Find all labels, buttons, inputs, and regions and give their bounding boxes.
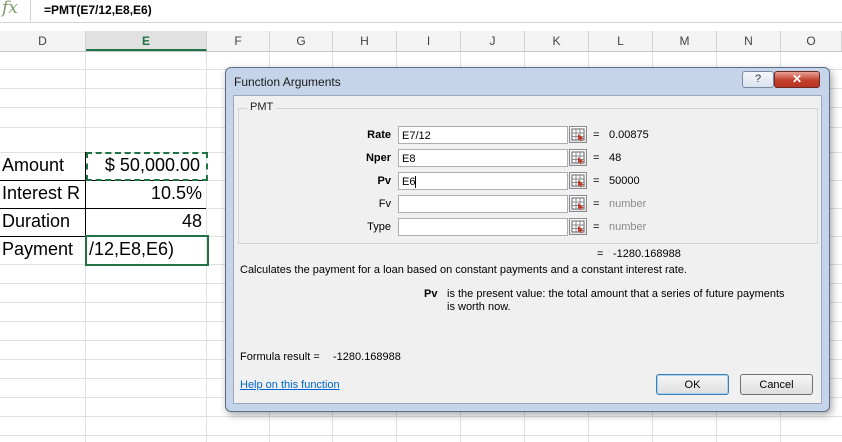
arg-label-pv: Pv (377, 175, 391, 187)
cell-d7[interactable]: Interest R (2, 183, 84, 204)
arg-input-pv[interactable]: E6 (398, 172, 568, 190)
arg-help-line2: is worth now. (447, 301, 511, 313)
cell-d8[interactable]: Duration (2, 211, 84, 232)
column-header-d[interactable]: D (0, 31, 86, 51)
collapse-dialog-icon[interactable] (569, 195, 587, 212)
column-header-n[interactable]: N (717, 31, 781, 51)
arg-input-fv[interactable] (398, 195, 568, 213)
grid-hline (0, 416, 842, 417)
column-header-h[interactable]: H (333, 31, 397, 51)
result-value: -1280.168988 (613, 248, 681, 260)
cell-e6[interactable]: $ 50,000.00 (88, 155, 200, 176)
text-cursor (415, 176, 417, 189)
arg-help-line1: is the present value: the total amount t… (447, 288, 785, 300)
column-header-j[interactable]: J (461, 31, 525, 51)
arg-label-fv: Fv (378, 198, 391, 210)
arg-input-pv-text: E6 (402, 176, 416, 188)
formula-result-value: -1280.168988 (333, 351, 401, 363)
grid-hline (0, 435, 842, 436)
cell-e8[interactable]: 48 (88, 211, 202, 232)
arg-input-type[interactable] (398, 218, 568, 236)
collapse-dialog-icon[interactable] (569, 172, 587, 189)
arg-equals: = (593, 152, 600, 164)
arg-value-fv: number (609, 198, 647, 210)
result-equals: = (597, 248, 604, 260)
column-header-g[interactable]: G (270, 31, 333, 51)
arg-value-pv: 50000 (609, 175, 640, 187)
cell-border (0, 208, 206, 209)
arg-label-type: Type (367, 221, 391, 233)
help-icon[interactable]: ? (742, 71, 774, 88)
formula-result-label: Formula result = (240, 351, 320, 363)
cell-e7[interactable]: 10.5% (88, 183, 202, 204)
arg-equals: = (593, 129, 600, 141)
arg-label-rate: Rate (367, 129, 391, 141)
function-description: Calculates the payment for a loan based … (240, 264, 687, 276)
column-header-e[interactable]: E (86, 31, 207, 51)
function-arguments-dialog: Function Arguments ? ✕ PMT Rate E7/12 = … (225, 67, 830, 412)
arg-equals: = (593, 175, 600, 187)
close-icon[interactable]: ✕ (774, 71, 820, 88)
cell-d6[interactable]: Amount (2, 155, 84, 176)
dialog-body: PMT Rate E7/12 = 0.00875 Nper E8 = 48 Pv… (233, 95, 822, 404)
formula-input[interactable]: =PMT(E7/12,E8,E6) (44, 3, 152, 17)
column-header-row: D E F G H I J K L M N O (0, 31, 842, 52)
arg-value-rate: 0.00875 (609, 129, 649, 141)
collapse-dialog-icon[interactable] (569, 126, 587, 143)
collapse-dialog-icon[interactable] (569, 218, 587, 235)
arg-equals: = (593, 198, 600, 210)
column-header-o[interactable]: O (781, 31, 842, 51)
arg-equals: = (593, 221, 600, 233)
arg-value-type: number (609, 221, 647, 233)
function-name: PMT (247, 101, 277, 113)
arg-help-name: Pv (424, 288, 438, 300)
arg-input-rate[interactable]: E7/12 (398, 126, 568, 144)
collapse-dialog-icon[interactable] (569, 149, 587, 166)
arg-value-nper: 48 (609, 152, 622, 164)
column-header-m[interactable]: M (653, 31, 717, 51)
arg-label-nper: Nper (365, 152, 391, 164)
fx-icon[interactable]: fx (2, 0, 24, 20)
ok-button[interactable]: OK (656, 374, 729, 395)
formula-bar: fx =PMT(E7/12,E8,E6) (0, 0, 842, 23)
column-header-k[interactable]: K (525, 31, 589, 51)
column-header-f[interactable]: F (207, 31, 270, 51)
formula-bar-divider (30, 0, 31, 22)
column-header-l[interactable]: L (589, 31, 653, 51)
cancel-button[interactable]: Cancel (740, 374, 813, 395)
dialog-title: Function Arguments (234, 75, 341, 89)
arguments-group: PMT Rate E7/12 = 0.00875 Nper E8 = 48 Pv… (238, 101, 818, 244)
cell-d9[interactable]: Payment (2, 239, 84, 260)
column-header-i[interactable]: I (397, 31, 461, 51)
help-link[interactable]: Help on this function (240, 379, 340, 391)
cell-e9[interactable]: /12,E8,E6) (89, 239, 201, 260)
arg-input-nper[interactable]: E8 (398, 149, 568, 167)
